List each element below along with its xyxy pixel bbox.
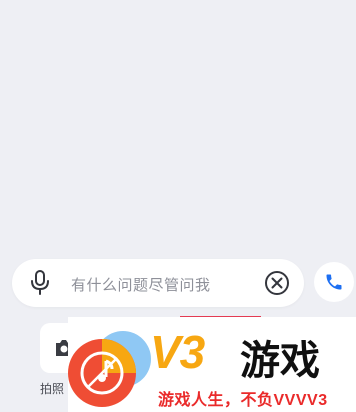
phone-call-button[interactable] [314, 262, 354, 302]
chat-screen: 有什么问题尽管问我 拍照 V3 游戏 游戏人生，不负VVVV3 [0, 0, 356, 412]
phone-icon [326, 274, 342, 290]
photo-tool-label: 拍照 [40, 382, 65, 396]
watermark-slogan: 游戏人生，不负VVVV3 [158, 392, 328, 409]
watermark-brand-suffix: 游戏 [240, 339, 320, 383]
chat-input-bar[interactable]: 有什么问题尽管问我 [12, 259, 304, 307]
mic-icon[interactable] [29, 270, 51, 296]
chat-message-area[interactable] [0, 0, 356, 255]
chat-input-placeholder[interactable]: 有什么问题尽管问我 [71, 274, 211, 295]
clear-icon[interactable] [264, 270, 290, 296]
watermark-logo-icon [68, 331, 151, 407]
watermark-brand: V3 [150, 326, 205, 378]
